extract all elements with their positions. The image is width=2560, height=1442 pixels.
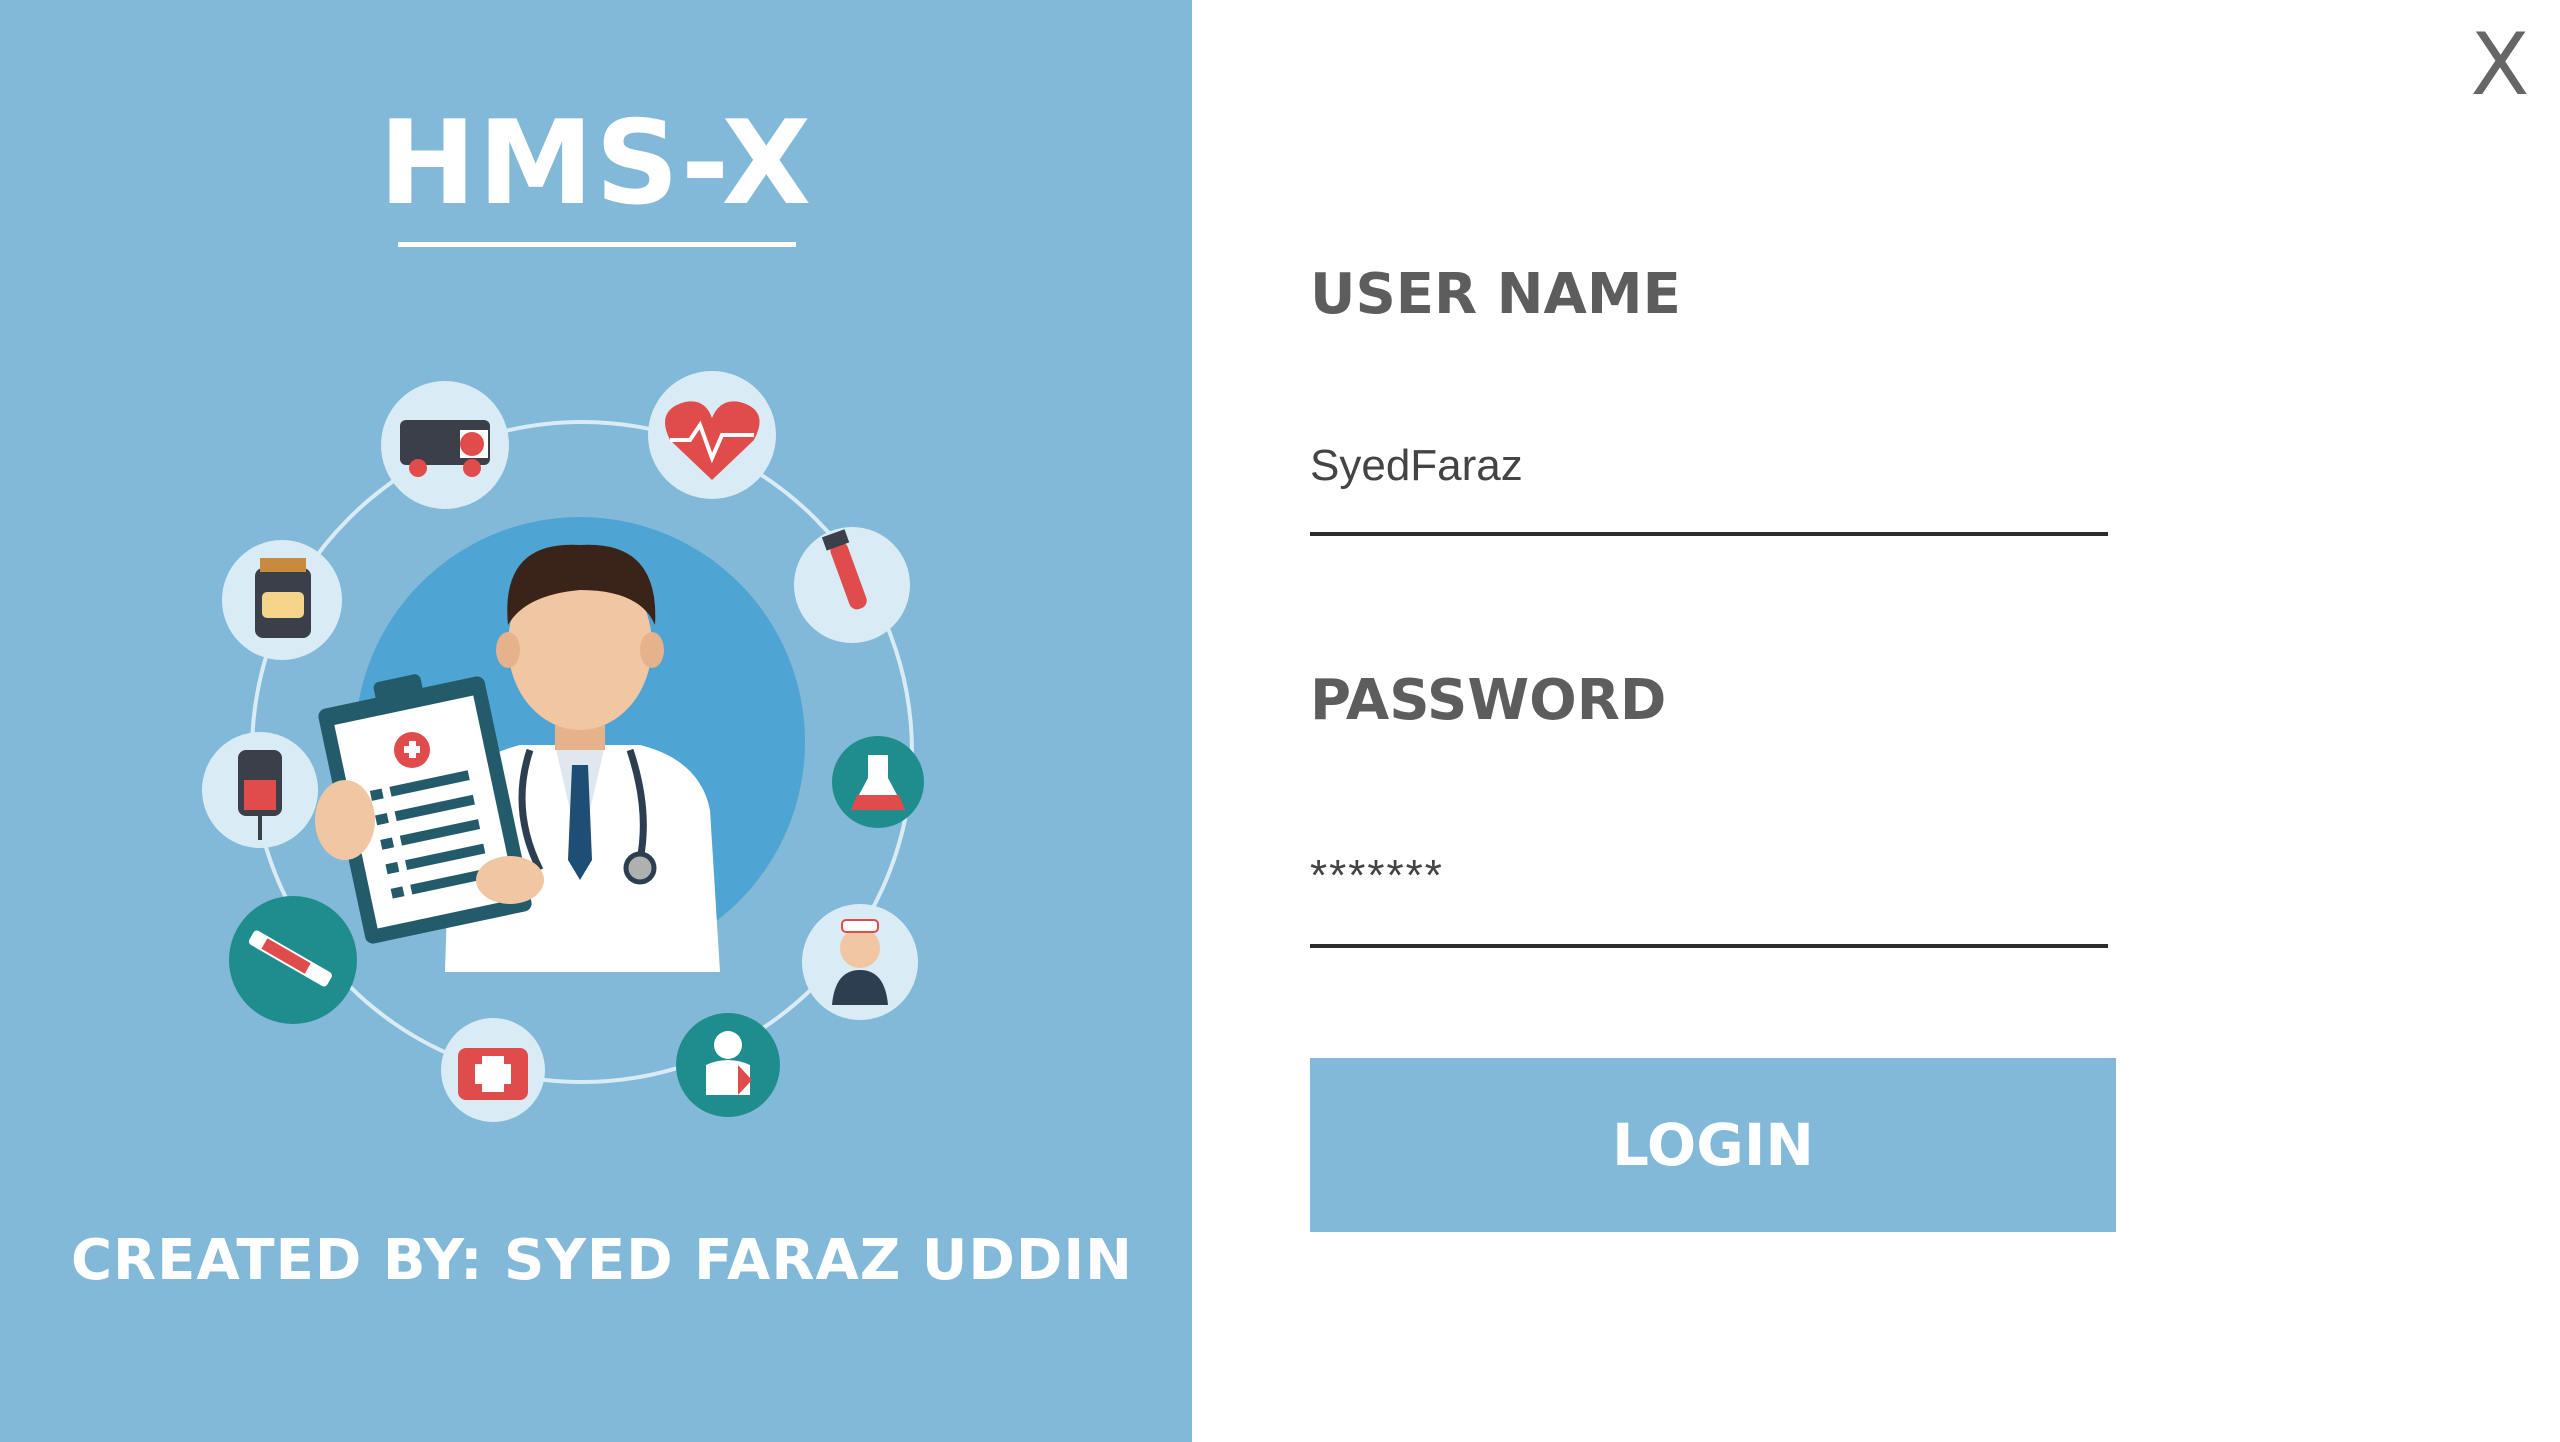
medicine-bottle-icon <box>222 540 342 660</box>
left-panel: HMS-X CREATED BY: SYED FARAZ UDDIN <box>0 0 1192 1442</box>
heart-icon <box>648 371 776 499</box>
app-title: HMS-X <box>378 96 814 231</box>
nurse-icon <box>802 904 918 1020</box>
password-label: PASSWORD <box>1310 668 1667 733</box>
patient-icon <box>676 1013 780 1117</box>
credit-text: CREATED BY: SYED FARAZ UDDIN <box>70 1228 1134 1293</box>
username-label: USER NAME <box>1310 262 1681 327</box>
flask-icon <box>832 736 924 828</box>
password-input[interactable] <box>1310 808 2108 948</box>
username-input[interactable] <box>1310 400 2108 536</box>
close-button[interactable]: X <box>2468 20 2532 110</box>
syringe-icon <box>229 896 357 1024</box>
first-aid-kit-icon <box>441 1018 545 1122</box>
blood-sample-icon <box>794 527 910 643</box>
ambulance-icon <box>381 381 509 509</box>
title-underline <box>398 242 796 247</box>
iv-bag-icon <box>202 732 318 848</box>
doctor-illustration <box>202 371 924 1122</box>
login-button[interactable]: LOGIN <box>1310 1058 2116 1232</box>
